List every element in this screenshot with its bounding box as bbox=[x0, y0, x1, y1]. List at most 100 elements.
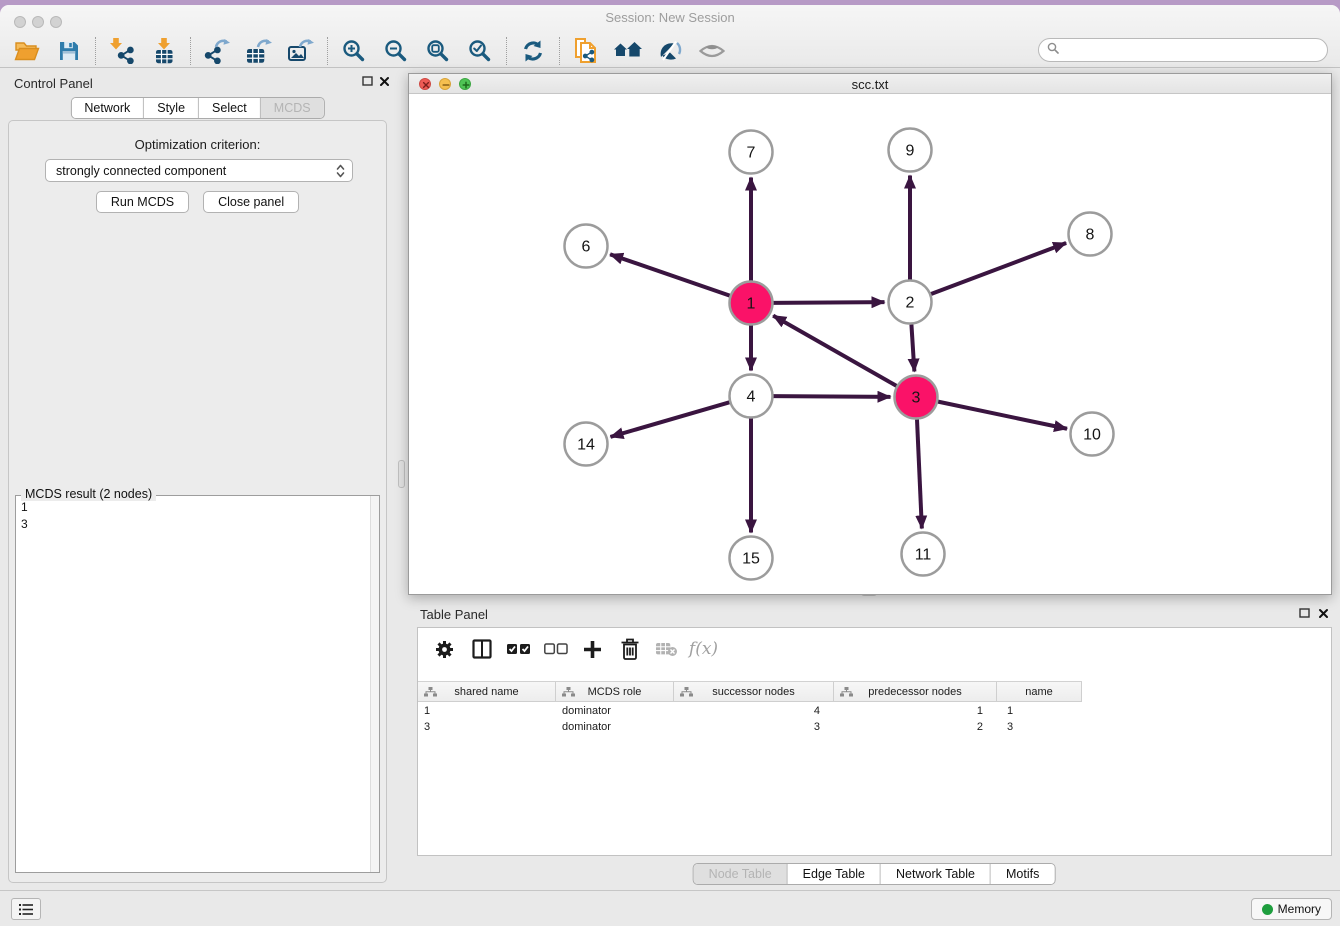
cell-name[interactable]: 1 bbox=[997, 703, 1082, 719]
tab-node-table[interactable]: Node Table bbox=[694, 864, 788, 884]
import-network-icon[interactable] bbox=[101, 36, 143, 66]
mcds-result-box: MCDS result (2 nodes) 13 bbox=[15, 495, 380, 873]
import-table-icon[interactable] bbox=[143, 36, 185, 66]
edge-1-6[interactable] bbox=[610, 254, 730, 295]
function-builder-icon: f(x) bbox=[685, 634, 722, 664]
status-bar: Memory bbox=[0, 890, 1340, 926]
graph-node-3[interactable]: 3 bbox=[895, 376, 938, 419]
node-label: 2 bbox=[906, 295, 915, 312]
graph-node-4[interactable]: 4 bbox=[730, 375, 773, 418]
graph-node-14[interactable]: 14 bbox=[565, 423, 608, 466]
search-input[interactable] bbox=[1064, 43, 1319, 57]
graph-node-2[interactable]: 2 bbox=[889, 281, 932, 324]
network-window-titlebar: scc.txt bbox=[409, 74, 1331, 94]
network-overview-icon[interactable] bbox=[607, 36, 649, 66]
refresh-icon[interactable] bbox=[512, 36, 554, 66]
column-header-shared-name[interactable]: shared name bbox=[418, 682, 556, 701]
export-network-icon[interactable] bbox=[196, 36, 238, 66]
graph-node-8[interactable]: 8 bbox=[1069, 213, 1112, 256]
open-session-icon[interactable] bbox=[6, 36, 48, 66]
memory-button[interactable]: Memory bbox=[1251, 898, 1332, 920]
duplicate-network-icon[interactable] bbox=[565, 36, 607, 66]
export-image-icon[interactable] bbox=[280, 36, 322, 66]
tab-edge-table[interactable]: Edge Table bbox=[788, 864, 881, 884]
edge-3-11[interactable] bbox=[917, 419, 922, 528]
edge-4-14[interactable] bbox=[610, 402, 729, 437]
result-line: 3 bbox=[21, 516, 370, 533]
close-table-panel-icon[interactable] bbox=[1318, 600, 1329, 626]
main-toolbar bbox=[6, 33, 733, 68]
cell-shared-name[interactable]: 1 bbox=[418, 703, 556, 719]
column-header-name[interactable]: name bbox=[997, 682, 1082, 701]
gear-icon[interactable] bbox=[426, 634, 463, 664]
cell-shared-name[interactable]: 3 bbox=[418, 719, 556, 735]
zoom-in-icon[interactable] bbox=[333, 36, 375, 66]
trash-icon[interactable] bbox=[611, 634, 648, 664]
table-row[interactable]: 3dominator323 bbox=[418, 719, 1331, 735]
control-panel: Control Panel NetworkStyleSelectMCDS Opt… bbox=[0, 68, 395, 890]
cell-predecessor-nodes[interactable]: 2 bbox=[834, 719, 997, 735]
criterion-select[interactable]: strongly connected component bbox=[45, 159, 353, 182]
add-icon[interactable] bbox=[574, 634, 611, 664]
criterion-value: strongly connected component bbox=[56, 164, 226, 178]
graph-node-6[interactable]: 6 bbox=[565, 225, 608, 268]
graph-node-9[interactable]: 9 bbox=[889, 129, 932, 172]
graph-node-1[interactable]: 1 bbox=[730, 282, 773, 325]
tab-motifs[interactable]: Motifs bbox=[991, 864, 1054, 884]
table-row[interactable]: 1dominator411 bbox=[418, 703, 1331, 719]
edge-2-8[interactable] bbox=[931, 243, 1066, 294]
edge-2-3[interactable] bbox=[911, 324, 914, 371]
close-panel-button[interactable]: Close panel bbox=[203, 191, 299, 213]
float-panel-icon[interactable] bbox=[362, 68, 373, 94]
zoom-out-icon[interactable] bbox=[375, 36, 417, 66]
save-session-icon[interactable] bbox=[48, 36, 90, 66]
select-all-icon[interactable] bbox=[500, 634, 537, 664]
node-label: 7 bbox=[747, 145, 756, 162]
cell-MCDS-role[interactable]: dominator bbox=[556, 719, 674, 735]
table-body: 1dominator4113dominator323 bbox=[418, 703, 1331, 735]
cell-successor-nodes[interactable]: 3 bbox=[674, 719, 834, 735]
graph-node-11[interactable]: 11 bbox=[902, 533, 945, 576]
search-field[interactable] bbox=[1038, 38, 1328, 62]
cell-predecessor-nodes[interactable]: 1 bbox=[834, 703, 997, 719]
edge-3-1[interactable] bbox=[773, 316, 896, 386]
column-header-successor-nodes[interactable]: successor nodes bbox=[674, 682, 834, 701]
toolbar-group bbox=[6, 36, 90, 66]
cell-successor-nodes[interactable]: 4 bbox=[674, 703, 834, 719]
run-mcds-button[interactable]: Run MCDS bbox=[96, 191, 189, 213]
zoom-fit-icon[interactable] bbox=[417, 36, 459, 66]
tab-style[interactable]: Style bbox=[144, 98, 199, 118]
network-canvas[interactable]: 1 2 3 4 6 7 8 9 10 11 14 15 bbox=[409, 94, 1331, 594]
column-header-MCDS-role[interactable]: MCDS role bbox=[556, 682, 674, 701]
menu-list-button[interactable] bbox=[11, 898, 41, 920]
column-header-predecessor-nodes[interactable]: predecessor nodes bbox=[834, 682, 997, 701]
deselect-all-icon[interactable] bbox=[537, 634, 574, 664]
result-scrollbar[interactable] bbox=[370, 496, 379, 872]
cell-MCDS-role[interactable]: dominator bbox=[556, 703, 674, 719]
graph-node-15[interactable]: 15 bbox=[730, 537, 773, 580]
zoom-selected-icon[interactable] bbox=[459, 36, 501, 66]
graphics-details-icon[interactable] bbox=[649, 36, 691, 66]
cell-name[interactable]: 3 bbox=[997, 719, 1082, 735]
toolbar-group bbox=[101, 36, 185, 66]
graph-node-10[interactable]: 10 bbox=[1071, 413, 1114, 456]
mcds-result-text[interactable]: 13 bbox=[16, 496, 370, 872]
tab-select[interactable]: Select bbox=[199, 98, 261, 118]
tab-mcds[interactable]: MCDS bbox=[261, 98, 324, 118]
column-label: predecessor nodes bbox=[868, 686, 962, 698]
toolbar-separator bbox=[506, 37, 507, 65]
export-table-icon[interactable] bbox=[238, 36, 280, 66]
split-panel-icon[interactable] bbox=[463, 634, 500, 664]
node-label: 4 bbox=[747, 389, 756, 406]
edge-3-10[interactable] bbox=[938, 402, 1067, 429]
tab-network[interactable]: Network bbox=[71, 98, 144, 118]
edge-4-3[interactable] bbox=[773, 396, 890, 397]
float-table-panel-icon[interactable] bbox=[1299, 600, 1310, 626]
vertical-splitter-handle[interactable] bbox=[398, 460, 405, 488]
tab-network-table[interactable]: Network Table bbox=[881, 864, 991, 884]
close-panel-icon[interactable] bbox=[379, 68, 390, 94]
column-label: shared name bbox=[454, 686, 518, 698]
edge-1-2[interactable] bbox=[773, 302, 884, 303]
list-icon bbox=[18, 903, 34, 916]
graph-node-7[interactable]: 7 bbox=[730, 131, 773, 174]
